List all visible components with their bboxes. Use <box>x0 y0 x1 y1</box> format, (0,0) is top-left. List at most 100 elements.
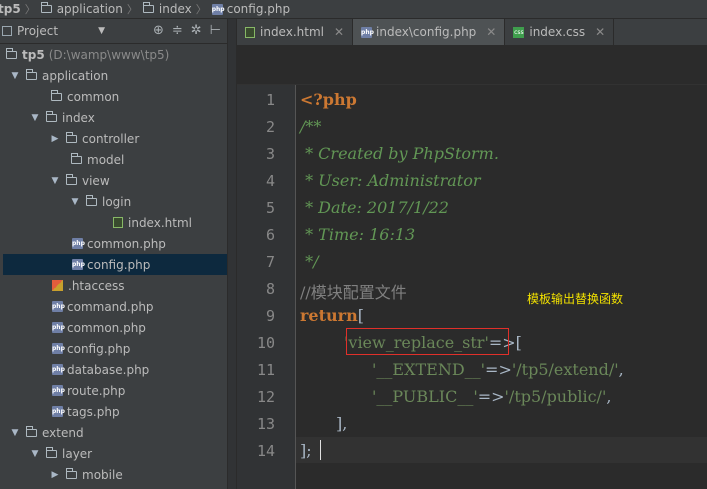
code-line-5: * Date: 2017/1/22 <box>300 198 449 217</box>
php-file-icon: php <box>52 406 65 417</box>
expanded-arrow-icon[interactable]: ▼ <box>50 176 60 186</box>
tab-label: index\config.php <box>376 25 477 39</box>
tree-item-config-php-selected[interactable]: php config.php <box>3 254 227 275</box>
code-punct: => <box>477 387 505 406</box>
tree-item-tp5[interactable]: tp5 (D:\wamp\www\tp5) <box>6 44 230 65</box>
code-line-1: <?php <box>300 90 357 109</box>
tree-item-label: tp5 <box>22 47 45 62</box>
tree-item-label: index <box>62 110 95 125</box>
tree-item-label: config.php <box>67 341 131 356</box>
breadcrumb-item-config[interactable]: php config.php <box>211 2 291 16</box>
hide-panel-icon[interactable]: ⊢ <box>210 23 221 38</box>
project-panel: Project ▼ ⊕ ≑ ✲ ⊢ tp5 (D:\wamp\www\tp5) … <box>0 19 227 489</box>
line-number-gutter: 1 2 3 4 5 6 7 8 9 10 11 12 13 14 <box>237 85 296 489</box>
code-line-2: /** <box>300 117 322 136</box>
editor-header-area <box>237 46 707 85</box>
tree-item-label: controller <box>82 131 140 146</box>
collapse-icon[interactable]: ≑ <box>172 23 183 38</box>
code-punct: , <box>618 360 624 379</box>
php-file-icon: php <box>72 238 85 249</box>
code-line-4: * User: Administrator <box>300 171 481 190</box>
php-file-icon: php <box>52 322 65 333</box>
extend-value: '/tp5/extend/' <box>511 360 619 379</box>
expanded-arrow-icon[interactable]: ▼ <box>30 449 40 459</box>
line-number: 9 <box>265 307 275 325</box>
html-file-icon <box>113 217 123 228</box>
folder-icon <box>6 47 17 59</box>
collapsed-arrow-icon[interactable]: ▶ <box>50 134 60 144</box>
chevron-right-icon: 〉 <box>195 3 207 16</box>
extend-key: '__EXTEND__' <box>372 360 486 379</box>
folder-icon <box>40 2 52 13</box>
sidebar-divider[interactable] <box>228 19 236 489</box>
code-line-3: * Created by PhpStorm. <box>300 144 499 163</box>
tree-item-label: common.php <box>87 236 166 251</box>
breadcrumb-label: tp5 <box>0 2 21 16</box>
line-number: 10 <box>256 334 275 352</box>
annotation-label: 模板输出替换函数 <box>527 292 624 306</box>
project-icon <box>2 26 12 36</box>
tree-item-label: extend <box>42 425 84 440</box>
code-line-11: '__EXTEND__'=>'/tp5/extend/', <box>372 360 624 379</box>
tree-item-layer[interactable]: ▼ layer <box>30 443 254 464</box>
tree-item-application[interactable]: ▼ application <box>10 65 234 86</box>
line-number: 12 <box>256 388 275 406</box>
code-line-7: */ <box>300 252 319 271</box>
tab-index-css[interactable]: css index.css ✕ <box>505 19 615 45</box>
folder-icon <box>26 68 37 80</box>
tree-item-extend[interactable]: ▼ extend <box>10 422 234 443</box>
folder-icon <box>26 425 37 437</box>
tab-index-html[interactable]: index.html ✕ <box>237 19 354 45</box>
close-icon[interactable]: ✕ <box>334 25 344 39</box>
css-file-icon: css <box>513 26 525 38</box>
line-number: 3 <box>265 145 275 163</box>
breadcrumb-item-tp5[interactable]: tp5 〉 <box>0 1 41 17</box>
tree-item-label: layer <box>62 446 93 461</box>
project-path: (D:\wamp\www\tp5) <box>48 47 170 62</box>
php-file-icon: php <box>52 301 65 312</box>
line-number: 4 <box>265 172 275 190</box>
close-icon[interactable]: ✕ <box>486 25 496 39</box>
code-line-12: '__PUBLIC__'=>'/tp5/public/', <box>372 387 611 406</box>
folder-icon <box>142 2 154 13</box>
expanded-arrow-icon[interactable]: ▼ <box>10 428 20 438</box>
highlight-box <box>346 328 509 355</box>
breadcrumb-item-application[interactable]: application 〉 <box>40 1 143 17</box>
tab-label: index.html <box>260 25 324 39</box>
tree-item-label: application <box>42 68 109 83</box>
chevron-right-icon: 〉 <box>126 3 138 16</box>
target-icon[interactable]: ⊕ <box>153 23 164 38</box>
tree-item-label: common.php <box>67 320 146 335</box>
collapsed-arrow-icon[interactable]: ▶ <box>50 470 60 480</box>
line-number: 13 <box>256 415 275 433</box>
php-file-icon: php <box>361 26 374 38</box>
folder-icon <box>66 173 77 185</box>
code-line-13: ], <box>336 414 348 433</box>
dropdown-arrow-icon[interactable]: ▼ <box>98 26 105 36</box>
expanded-arrow-icon[interactable]: ▼ <box>30 113 40 123</box>
return-keyword: return <box>300 306 358 325</box>
line-number: 5 <box>265 199 275 217</box>
line-number: 11 <box>256 361 275 379</box>
code-editor[interactable]: <?php /** * Created by PhpStorm. * User:… <box>300 85 707 489</box>
htaccess-file-icon <box>52 280 63 291</box>
folder-icon <box>46 110 57 122</box>
expanded-arrow-icon[interactable]: ▼ <box>10 71 20 81</box>
code-line-6: * Time: 16:13 <box>300 225 416 244</box>
project-panel-title[interactable]: Project <box>17 24 58 38</box>
chevron-right-icon: 〉 <box>24 3 36 16</box>
expanded-arrow-icon[interactable]: ▼ <box>70 197 80 207</box>
tab-index-config-php[interactable]: php index\config.php ✕ <box>353 19 506 45</box>
tab-label: index.css <box>529 25 586 39</box>
php-file-icon: php <box>211 3 225 15</box>
tree-item-label: database.php <box>67 362 150 377</box>
breadcrumb-label: config.php <box>226 2 291 16</box>
tree-item-label: route.php <box>67 383 126 398</box>
php-file-icon: php <box>52 385 65 396</box>
code-line-8: //模块配置文件 <box>300 283 407 302</box>
breadcrumb-item-index[interactable]: index 〉 <box>142 1 212 17</box>
gear-icon[interactable]: ✲ <box>191 23 202 38</box>
public-value: '/tp5/public/' <box>504 387 607 406</box>
tree-item-index[interactable]: ▼ index <box>30 107 254 128</box>
close-icon[interactable]: ✕ <box>595 25 605 39</box>
